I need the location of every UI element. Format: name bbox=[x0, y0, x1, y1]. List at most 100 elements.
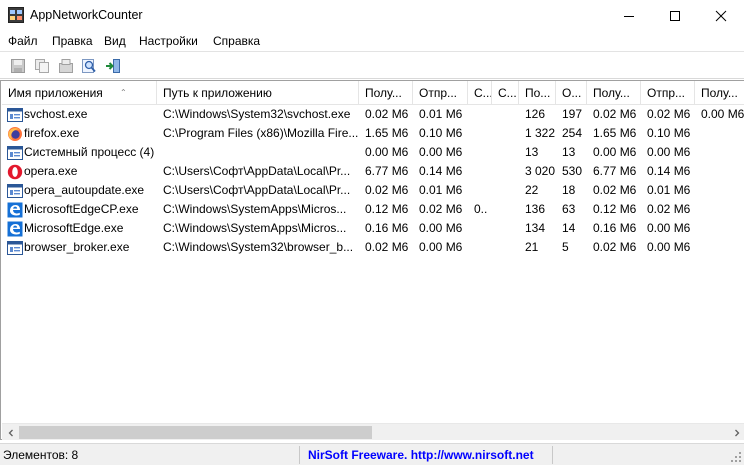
cell-packets-received: 13 bbox=[525, 145, 539, 159]
cell-c1 bbox=[468, 105, 492, 124]
cell-app-path: C:\Users\Софт\AppData\Local\Pr... bbox=[163, 164, 351, 178]
column-header-label: Имя приложения bbox=[8, 86, 103, 100]
cell-received-3 bbox=[695, 124, 744, 143]
column-header-packets-received[interactable]: По... bbox=[519, 81, 556, 105]
cell-c1 bbox=[468, 181, 492, 200]
resize-grip-icon[interactable] bbox=[730, 451, 742, 463]
column-header-c2[interactable]: С... bbox=[492, 81, 519, 105]
cell-sent-2: 0.10 M6 bbox=[647, 126, 691, 140]
column-header-app-path[interactable]: Путь к приложению bbox=[157, 81, 359, 105]
menu-help[interactable]: Справка bbox=[213, 34, 260, 48]
properties-button[interactable] bbox=[56, 56, 76, 76]
column-header-label: С... bbox=[498, 86, 517, 100]
table-row[interactable]: svchost.exe C:\Windows\System32\svchost.e… bbox=[2, 105, 744, 124]
cell-c2 bbox=[492, 219, 519, 238]
horizontal-scrollbar[interactable] bbox=[2, 423, 744, 440]
cell-received-3 bbox=[695, 162, 744, 181]
cell-packets-sent: 254 bbox=[562, 126, 583, 140]
cell-sent: 0.02 M6 bbox=[419, 202, 463, 216]
close-button[interactable] bbox=[698, 0, 744, 31]
scroll-thumb[interactable] bbox=[19, 426, 372, 439]
table-row[interactable]: browser_broker.exe C:\Windows\System32\br… bbox=[2, 238, 744, 257]
cell-c2 bbox=[492, 124, 519, 143]
column-header-app-name[interactable]: Имя приложения ⌃ bbox=[2, 81, 157, 105]
cell-sent-2: 0.02 M6 bbox=[647, 202, 691, 216]
exit-icon bbox=[106, 59, 120, 73]
cell-received: 6.77 M6 bbox=[365, 164, 409, 178]
app-icon bbox=[8, 7, 24, 23]
column-header-label: Отпр... bbox=[419, 86, 458, 100]
chevron-left-icon bbox=[8, 429, 13, 436]
cell-packets-sent: 63 bbox=[562, 202, 576, 216]
cell-received-2: 0.02 M6 bbox=[593, 240, 637, 254]
cell-packets-received: 21 bbox=[525, 240, 539, 254]
menu-file[interactable]: Файл bbox=[8, 34, 38, 48]
cell-received: 0.12 M6 bbox=[365, 202, 409, 216]
column-header-label: Путь к приложению bbox=[163, 86, 272, 100]
cell-received-3 bbox=[695, 143, 744, 162]
cell-app-path: C:\Windows\SystemApps\Micros... bbox=[163, 221, 347, 235]
cell-received: 1.65 M6 bbox=[365, 126, 409, 140]
menu-settings[interactable]: Настройки bbox=[139, 34, 198, 48]
cell-sent-2: 0.01 M6 bbox=[647, 183, 691, 197]
minimize-button[interactable] bbox=[606, 0, 652, 31]
copy-button[interactable] bbox=[32, 56, 52, 76]
cell-received-2: 0.12 M6 bbox=[593, 202, 637, 216]
table-row[interactable]: MicrosoftEdge.exe C:\Windows\SystemApps\M… bbox=[2, 219, 744, 238]
minimize-icon bbox=[624, 15, 634, 17]
save-icon bbox=[11, 59, 25, 73]
app-list[interactable]: Имя приложения ⌃ Путь к приложению Полу..… bbox=[0, 80, 744, 440]
maximize-button[interactable] bbox=[652, 0, 698, 31]
save-button[interactable] bbox=[8, 56, 28, 76]
cell-c1: 0.. bbox=[474, 202, 488, 216]
cell-sent: 0.00 M6 bbox=[419, 240, 463, 254]
column-header-c1[interactable]: С... bbox=[468, 81, 492, 105]
column-header-sent[interactable]: Отпр... bbox=[413, 81, 468, 105]
cell-received-3 bbox=[695, 181, 744, 200]
menu-view[interactable]: Вид bbox=[104, 34, 126, 48]
menu-edit[interactable]: Правка bbox=[52, 34, 93, 48]
column-header-sent-2[interactable]: Отпр... bbox=[641, 81, 695, 105]
cell-sent: 0.10 M6 bbox=[419, 126, 463, 140]
title-bar: AppNetworkCounter bbox=[0, 0, 744, 31]
cell-app-path bbox=[157, 143, 359, 162]
scroll-right-button[interactable] bbox=[728, 424, 744, 441]
cell-sent: 0.00 M6 bbox=[419, 145, 463, 159]
column-header-received-2[interactable]: Полу... bbox=[587, 81, 641, 105]
exit-button[interactable] bbox=[103, 56, 123, 76]
column-header-label: С... bbox=[474, 86, 492, 100]
nirsoft-link[interactable]: NirSoft Freeware. http://www.nirsoft.net bbox=[308, 446, 534, 464]
status-divider bbox=[552, 446, 553, 464]
cell-received: 0.02 M6 bbox=[365, 240, 409, 254]
column-header-label: Полу... bbox=[701, 86, 738, 100]
table-row[interactable]: opera.exe C:\Users\Софт\AppData\Local\Pr.… bbox=[2, 162, 744, 181]
column-header-label: Полу... bbox=[365, 86, 402, 100]
cell-app-name: Системный процесс (4) bbox=[24, 145, 155, 159]
cell-packets-received: 134 bbox=[525, 221, 546, 235]
cell-sent-2: 0.00 M6 bbox=[647, 221, 691, 235]
cell-received-2: 0.02 M6 bbox=[593, 107, 637, 121]
scroll-left-button[interactable] bbox=[2, 424, 19, 441]
find-icon bbox=[82, 59, 96, 73]
cell-c2 bbox=[492, 162, 519, 181]
table-row[interactable]: Системный процесс (4) 0.00 M6 0.00 M6 13 13 0… bbox=[2, 143, 744, 162]
column-header-received-3[interactable]: Полу... bbox=[695, 81, 744, 105]
toolbar bbox=[0, 51, 744, 79]
cell-c2 bbox=[492, 238, 519, 257]
column-header-packets-sent[interactable]: О... bbox=[556, 81, 587, 105]
cell-packets-sent: 5 bbox=[562, 240, 569, 254]
cell-sent-2: 0.00 M6 bbox=[647, 240, 691, 254]
list-header: Имя приложения ⌃ Путь к приложению Полу..… bbox=[2, 81, 744, 105]
table-row[interactable]: firefox.exe C:\Program Files (x86)\Mozill… bbox=[2, 124, 744, 143]
column-header-label: По... bbox=[525, 86, 551, 100]
table-row[interactable]: opera_autoupdate.exe C:\Users\Софт\AppDat… bbox=[2, 181, 744, 200]
cell-app-name: svchost.exe bbox=[24, 107, 88, 121]
table-row[interactable]: MicrosoftEdgeCP.exe C:\Windows\SystemApps… bbox=[2, 200, 744, 219]
cell-packets-sent: 530 bbox=[562, 164, 583, 178]
cell-app-name: firefox.exe bbox=[24, 126, 80, 140]
column-header-received[interactable]: Полу... bbox=[359, 81, 413, 105]
cell-c1 bbox=[468, 162, 492, 181]
find-button[interactable] bbox=[79, 56, 99, 76]
cell-received: 0.16 M6 bbox=[365, 221, 409, 235]
properties-icon bbox=[59, 59, 73, 73]
